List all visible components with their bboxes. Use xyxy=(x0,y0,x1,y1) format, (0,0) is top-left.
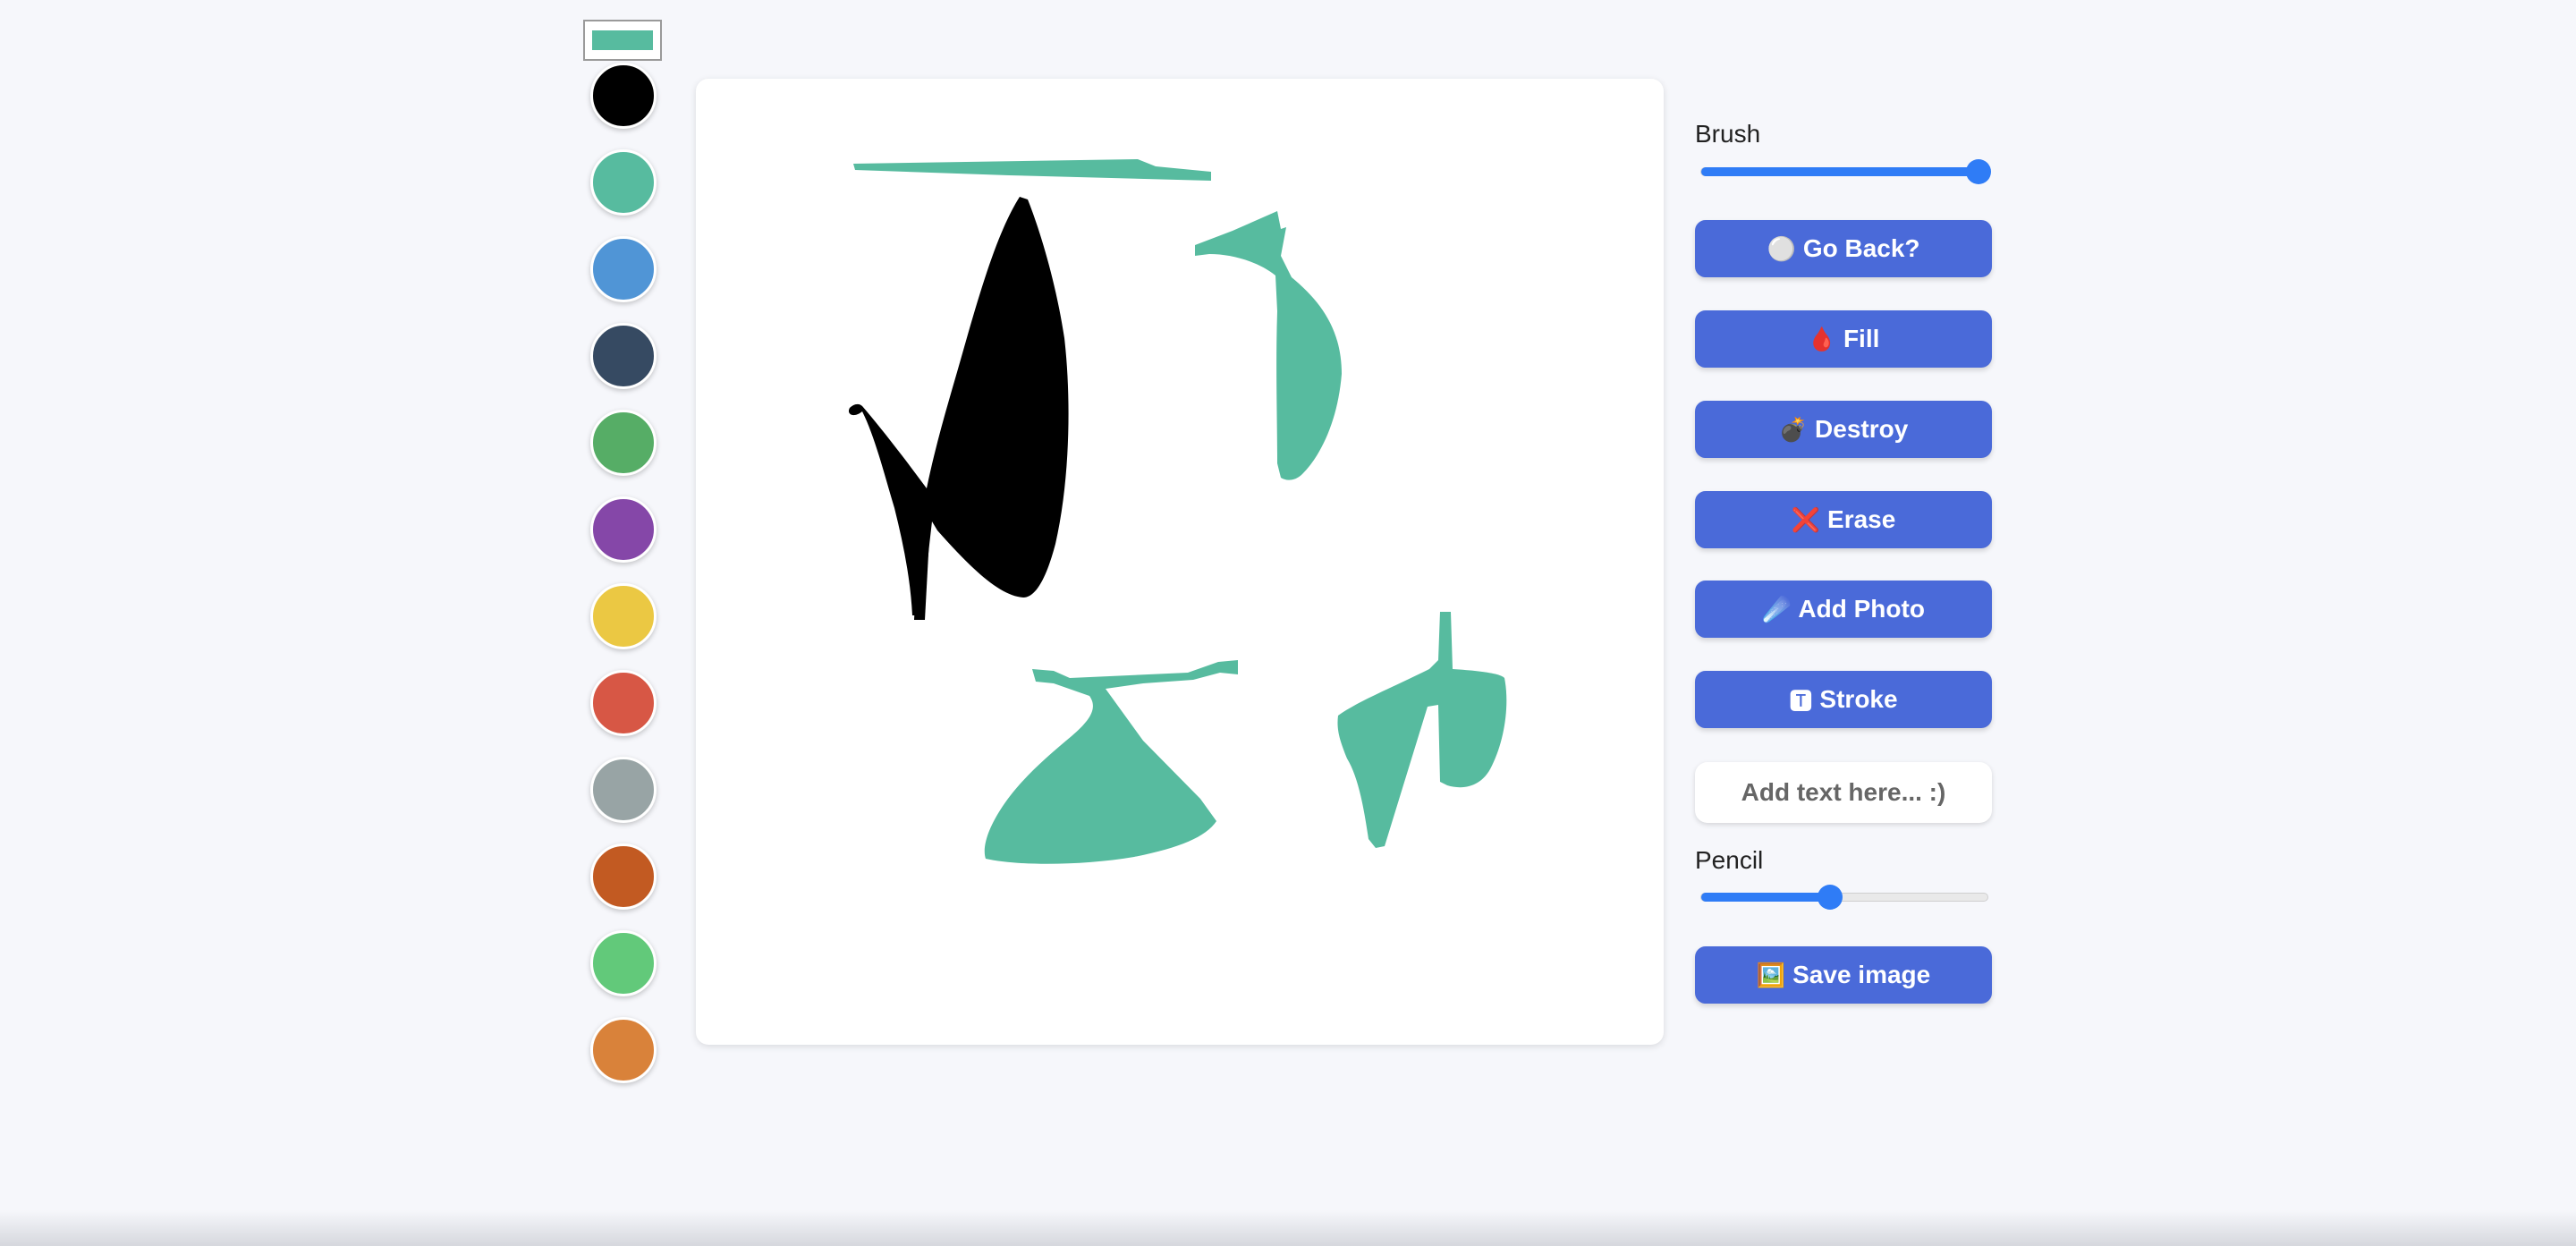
brush-slider-thumb[interactable] xyxy=(1966,159,1992,184)
color-swatch[interactable] xyxy=(590,843,657,910)
erase-label: Erase xyxy=(1827,505,1896,533)
color-swatch[interactable] xyxy=(590,670,657,736)
color-swatch[interactable] xyxy=(590,149,657,216)
teal-stroke-top xyxy=(853,159,1211,181)
color-swatch[interactable] xyxy=(590,323,657,389)
black-shape xyxy=(848,197,1069,615)
save-image-label: Save image xyxy=(1792,961,1931,988)
color-swatch[interactable] xyxy=(590,236,657,302)
comet-icon: ☄️ xyxy=(1762,595,1792,623)
brush-size-slider[interactable] xyxy=(1700,159,1992,184)
go-back-label: Go Back? xyxy=(1802,234,1920,262)
drawing-layer xyxy=(848,159,1507,864)
drawing-canvas[interactable] xyxy=(696,79,1664,1045)
cross-mark-icon: ❌ xyxy=(1791,505,1821,533)
stroke-button[interactable]: 🆃 Stroke xyxy=(1695,671,1992,728)
pencil-size-slider[interactable] xyxy=(1700,885,1988,910)
framed-picture-icon: 🖼️ xyxy=(1756,961,1786,988)
current-color-swatch xyxy=(592,30,653,50)
bomb-icon: 💣 xyxy=(1778,415,1809,443)
drop-of-blood-icon: 🩸 xyxy=(1807,325,1836,352)
teal-shape-right xyxy=(1195,211,1342,480)
bottom-shadow xyxy=(0,1210,2576,1246)
color-swatch[interactable] xyxy=(590,583,657,649)
go-back-button[interactable]: ⚪ Go Back? xyxy=(1695,220,1992,277)
fill-button[interactable]: 🩸 Fill xyxy=(1695,310,1992,368)
add-photo-button[interactable]: ☄️ Add Photo xyxy=(1695,581,1992,638)
fill-label: Fill xyxy=(1843,325,1880,352)
letter-t-icon: 🆃 xyxy=(1789,687,1813,715)
save-image-button[interactable]: 🖼️ Save image xyxy=(1695,946,1992,1004)
circle-icon: ⚪ xyxy=(1767,234,1796,262)
teal-shape-bottom-right xyxy=(1337,612,1507,848)
brush-slider-fill xyxy=(1701,167,1979,176)
destroy-button[interactable]: 💣 Destroy xyxy=(1695,401,1992,458)
destroy-label: Destroy xyxy=(1815,415,1909,443)
erase-button[interactable]: ❌ Erase xyxy=(1695,491,1992,548)
brush-label: Brush xyxy=(1695,120,1761,148)
color-swatch[interactable] xyxy=(590,410,657,476)
add-photo-label: Add Photo xyxy=(1798,595,1925,623)
pencil-label: Pencil xyxy=(1695,846,1764,874)
color-swatch[interactable] xyxy=(590,496,657,563)
color-swatch[interactable] xyxy=(590,1017,657,1083)
color-swatch[interactable] xyxy=(590,63,657,129)
pencil-slider-thumb[interactable] xyxy=(1818,885,1843,910)
stroke-label: Stroke xyxy=(1819,685,1898,713)
teal-shape-bottom xyxy=(984,660,1238,864)
add-text-input[interactable] xyxy=(1695,762,1992,823)
pencil-slider-fill xyxy=(1701,893,1830,902)
color-swatch[interactable] xyxy=(590,930,657,996)
current-color-indicator[interactable] xyxy=(583,20,662,61)
color-swatch[interactable] xyxy=(590,757,657,823)
